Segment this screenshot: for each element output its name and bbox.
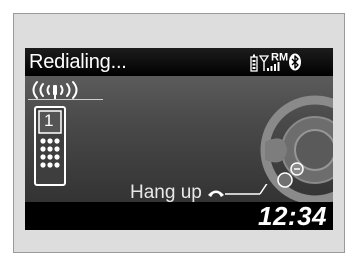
clock: 12:34	[258, 201, 327, 230]
call-status-title: Redialing...	[29, 51, 127, 73]
hang-up-label: Hang up	[130, 182, 202, 203]
phone-battery-icon	[250, 54, 258, 72]
phone-slot-number: 1	[44, 111, 54, 130]
footer-bar: 12:34	[25, 201, 333, 230]
status-bar: Redialing... RM	[25, 48, 333, 76]
calling-waves-icon	[28, 81, 103, 100]
audio-display-screen: Redialing... RM 1 Hang up 12:34	[25, 48, 333, 230]
bluetooth-icon	[289, 53, 301, 71]
status-icons: RM	[250, 52, 301, 72]
roaming-label: RM	[271, 52, 288, 64]
